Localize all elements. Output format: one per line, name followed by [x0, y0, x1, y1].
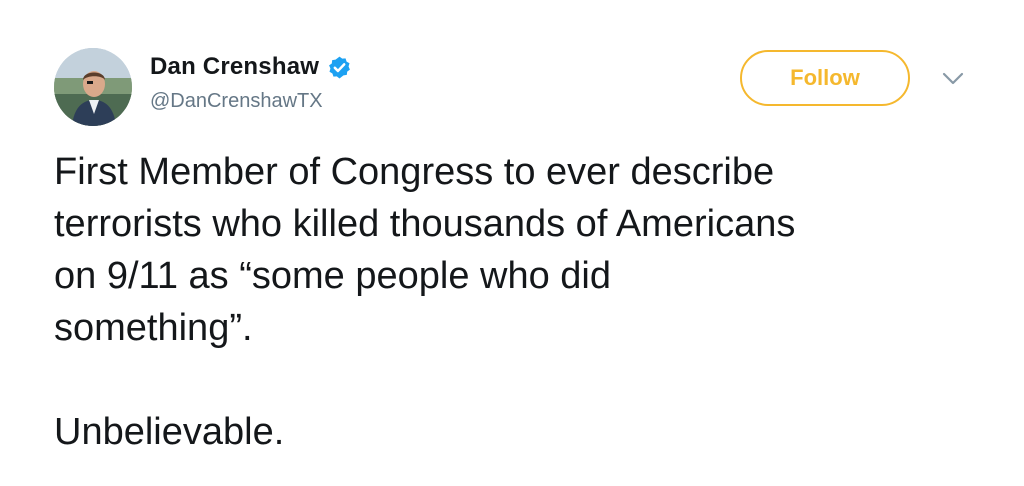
chevron-down-icon[interactable] — [942, 72, 964, 86]
tweet-card: Dan Crenshaw @DanCrenshawTX Follow First… — [0, 0, 1024, 486]
author-display-name[interactable]: Dan Crenshaw — [150, 53, 319, 81]
author-handle[interactable]: @DanCrenshawTX — [150, 90, 352, 113]
tweet-header: Dan Crenshaw @DanCrenshawTX Follow — [54, 40, 974, 130]
avatar[interactable] — [54, 48, 132, 126]
verified-badge-icon — [329, 56, 351, 78]
display-name-row: Dan Crenshaw — [150, 52, 352, 82]
avatar-photo — [54, 48, 132, 126]
follow-button[interactable]: Follow — [740, 50, 910, 106]
author-names: Dan Crenshaw @DanCrenshawTX — [150, 52, 352, 113]
tweet-text: First Member of Congress to ever describ… — [54, 151, 796, 453]
